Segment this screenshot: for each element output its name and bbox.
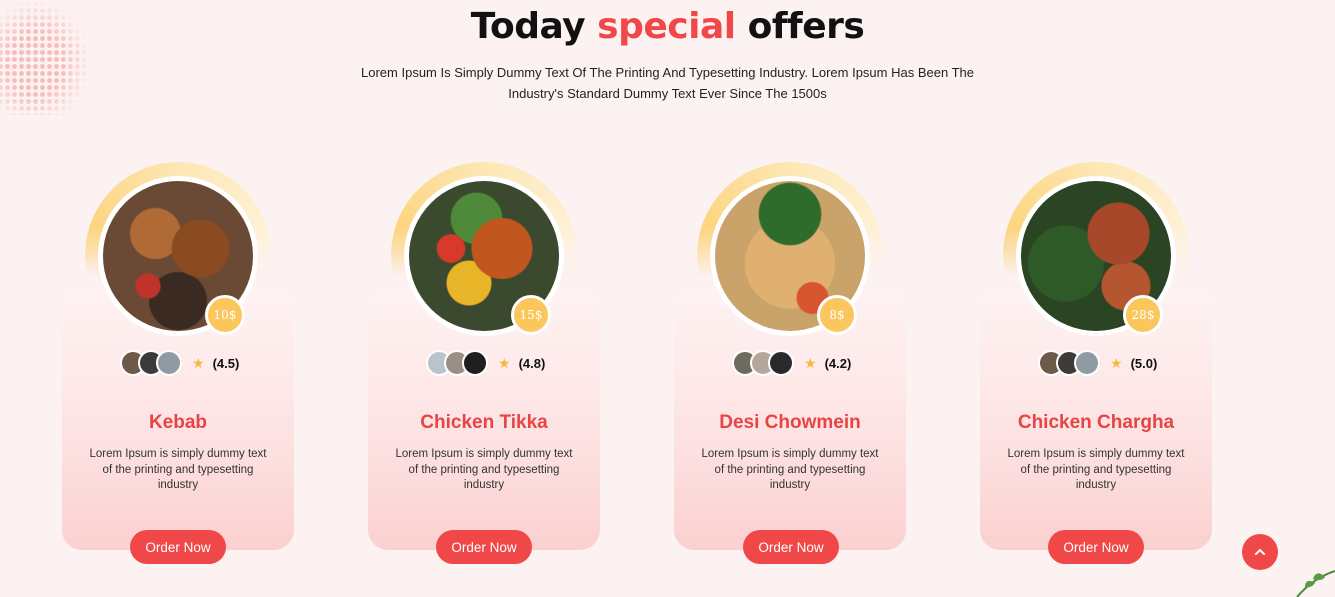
order-now-button[interactable]: Order Now	[743, 530, 839, 564]
order-now-button[interactable]: Order Now	[130, 530, 226, 564]
chevron-up-icon	[1255, 548, 1265, 555]
rating-row: ★ (4.8)	[426, 349, 545, 377]
order-now-button[interactable]: Order Now	[436, 530, 532, 564]
rating-score: (5.0)	[1130, 355, 1158, 371]
dish-name: Desi Chowmein	[719, 412, 861, 433]
dish-name: Chicken Chargha	[1017, 412, 1175, 433]
dish-name: Chicken Tikka	[420, 412, 548, 433]
dish-description: Lorem Ipsum is simply dummy text of the …	[701, 448, 879, 491]
price-badge: 10$	[205, 295, 245, 335]
order-now-button[interactable]: Order Now	[1048, 530, 1144, 564]
rating-row: ★ (4.5)	[120, 349, 239, 377]
price-badge: 8$	[817, 295, 857, 335]
dish-description: Lorem Ipsum is simply dummy text of the …	[89, 448, 267, 491]
rating-row: ★ (5.0)	[1038, 349, 1157, 377]
leaf-decoration	[1296, 570, 1335, 597]
avatar	[462, 350, 488, 376]
star-icon: ★	[498, 354, 511, 371]
avatar	[156, 350, 182, 376]
price-badge: 15$	[511, 295, 551, 335]
scroll-to-top-button[interactable]	[1242, 534, 1278, 570]
title-text-accent: special	[597, 6, 736, 47]
avatar	[1074, 350, 1100, 376]
rating-score: (4.2)	[824, 355, 852, 371]
title-text-part2: offers	[747, 6, 865, 47]
rating-row: ★ (4.2)	[732, 349, 851, 377]
star-icon: ★	[192, 354, 205, 371]
title-text-part1: Today	[470, 6, 586, 47]
dish-name: Kebab	[148, 412, 208, 433]
star-icon: ★	[804, 354, 817, 371]
dish-description: Lorem Ipsum is simply dummy text of the …	[395, 448, 573, 491]
dish-description: Lorem Ipsum is simply dummy text of the …	[1007, 448, 1185, 491]
rating-score: (4.5)	[212, 355, 240, 371]
section-title: Today special offers	[0, 6, 1335, 47]
section-subtitle: Lorem Ipsum Is Simply Dummy Text Of The …	[361, 65, 974, 101]
price-badge: 28$	[1123, 295, 1163, 335]
rating-score: (4.8)	[518, 355, 546, 371]
avatar	[768, 350, 794, 376]
star-icon: ★	[1110, 354, 1123, 371]
